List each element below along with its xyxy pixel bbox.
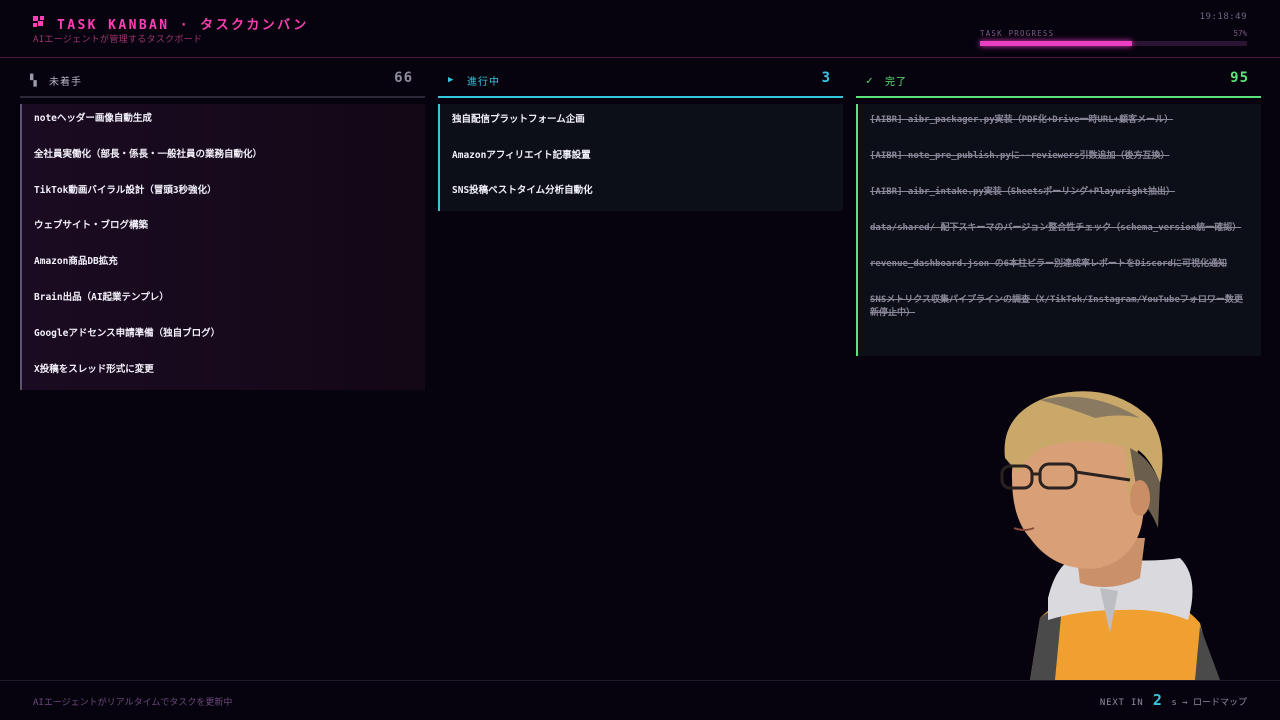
column-todo: ▚ 未着手 66 noteヘッダー画像自動生成 全社員実働化（部長・係長・一般社…: [20, 63, 425, 390]
task-card[interactable]: Amazon商品DB拡充: [22, 247, 425, 283]
task-card[interactable]: X投稿をスレッド形式に変更: [22, 355, 425, 391]
task-card[interactable]: 独自配信プラットフォーム企画: [440, 104, 843, 140]
clock: 19:18:49: [1199, 12, 1247, 22]
task-card[interactable]: 全社員実働化（部長・係長・一般社員の業務自動化）: [22, 140, 425, 176]
task-card[interactable]: Googleアドセンス申請準備（独自ブログ）: [22, 319, 425, 355]
page-title: TASK KANBAN · タスクカンバン: [57, 18, 309, 33]
grid-icon: ▚: [30, 74, 37, 87]
footer: AIエージェントがリアルタイムでタスクを更新中 NEXT IN 2 s → ロー…: [0, 680, 1280, 720]
card-list-todo: noteヘッダー画像自動生成 全社員実働化（部長・係長・一般社員の業務自動化） …: [20, 104, 425, 390]
play-icon: ▶: [448, 75, 454, 85]
board-logo-icon: [33, 16, 45, 28]
status-text: AIエージェントがリアルタイムでタスクを更新中: [33, 698, 233, 708]
task-card[interactable]: ウェブサイト・ブログ構築: [22, 211, 425, 247]
next-seconds: 2: [1152, 691, 1162, 709]
column-count: 3: [821, 70, 831, 86]
card-list-in-progress: 独自配信プラットフォーム企画 Amazonアフィリエイト記事設置 SNS投稿ベス…: [438, 104, 843, 211]
progress-percent: 57%: [1233, 29, 1247, 38]
column-label: 未着手: [49, 77, 82, 88]
page-subtitle: AIエージェントが管理するタスクボード: [33, 35, 203, 45]
check-icon: ✓: [866, 74, 873, 87]
task-card-done[interactable]: data/shared/ 配下スキーマのバージョン整合性チェック（schema_…: [858, 222, 1261, 248]
task-card-done[interactable]: [AIBR] aibr_intake.py実装（Sheetsポーリング+Play…: [858, 186, 1261, 212]
column-label: 進行中: [467, 77, 500, 88]
next-countdown: NEXT IN 2 s → ロードマップ: [1100, 691, 1247, 709]
presenter-image: [1000, 391, 1220, 680]
column-label: 完了: [885, 77, 907, 88]
task-card-done[interactable]: SNSメトリクス収集パイプラインの調査（X/TikTok/Instagram/Y…: [858, 294, 1261, 320]
column-header-in-progress: ▶ 進行中 3: [438, 63, 843, 98]
column-header-done: ✓ 完了 95: [856, 63, 1261, 98]
task-card[interactable]: Amazonアフィリエイト記事設置: [440, 140, 843, 176]
webcam-overlay: [1000, 388, 1225, 680]
task-card-done[interactable]: revenue_dashboard.json の6本柱ピラー別達成率レポートをD…: [858, 258, 1261, 284]
progress-bar: [980, 41, 1247, 46]
column-header-todo: ▚ 未着手 66: [20, 63, 425, 98]
next-target: s → ロードマップ: [1171, 698, 1247, 708]
card-list-done: [AIBR] aibr_packager.py実装（PDF化+Drive一時UR…: [856, 104, 1261, 356]
column-in-progress: ▶ 進行中 3 独自配信プラットフォーム企画 Amazonアフィリエイト記事設置…: [438, 63, 843, 211]
progress-bar-fill: [980, 41, 1133, 46]
header: TASK KANBAN · タスクカンバン AIエージェントが管理するタスクボー…: [0, 0, 1280, 58]
column-count: 95: [1230, 70, 1249, 86]
task-card-done[interactable]: [AIBR] note_pre_publish.pyに--reviewers引数…: [858, 150, 1261, 176]
task-card-done[interactable]: [AIBR] aibr_packager.py実装（PDF化+Drive一時UR…: [858, 114, 1261, 140]
task-card[interactable]: SNS投稿ベストタイム分析自動化: [440, 175, 843, 211]
task-card[interactable]: TikTok動画バイラル設計（冒頭3秒強化）: [22, 176, 425, 212]
column-count: 66: [394, 70, 413, 86]
progress-label: TASK PROGRESS: [980, 29, 1055, 38]
column-done: ✓ 完了 95 [AIBR] aibr_packager.py実装（PDF化+D…: [856, 63, 1261, 356]
next-label: NEXT IN: [1099, 698, 1144, 708]
task-card[interactable]: noteヘッダー画像自動生成: [22, 104, 425, 140]
task-card[interactable]: Brain出品（AI起業テンプレ）: [22, 283, 425, 319]
